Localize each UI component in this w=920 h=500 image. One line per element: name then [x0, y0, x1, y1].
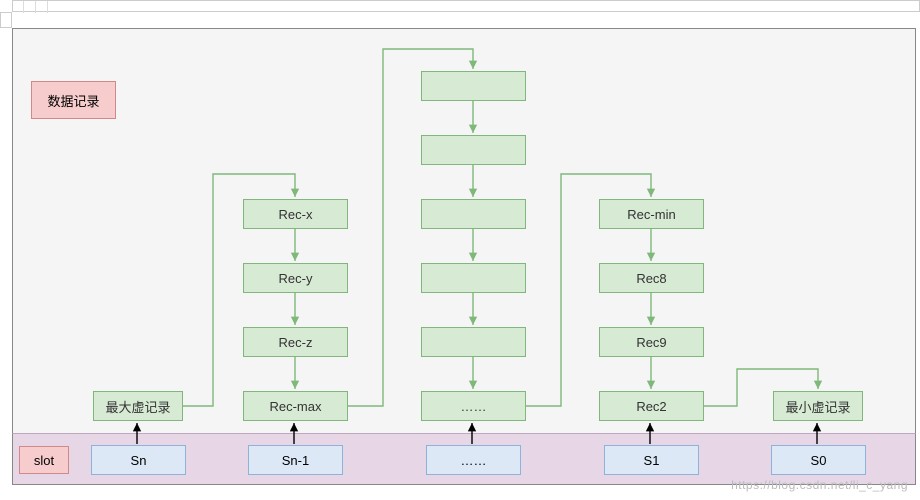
text: Rec9 [636, 335, 666, 350]
text: Rec-z [279, 335, 313, 350]
text: Rec8 [636, 271, 666, 286]
slot-label: slot [19, 446, 69, 474]
text: Rec-x [279, 207, 313, 222]
diagram-main: 数据记录 最大虚记录 Rec-x Rec-y Rec-z Rec-max …… … [12, 28, 916, 433]
slot-sn1: Sn-1 [248, 445, 343, 475]
watermark: https://blog.csdn.net/li_c_yang [731, 478, 908, 492]
box-max-virtual: 最大虚记录 [93, 391, 183, 421]
box-rec2: Rec2 [599, 391, 704, 421]
diagram-canvas: 数据记录 最大虚记录 Rec-x Rec-y Rec-z Rec-max …… … [0, 0, 920, 500]
box-rec-min: Rec-min [599, 199, 704, 229]
slot-mid: …… [426, 445, 521, 475]
ruler-top [12, 0, 920, 12]
text: slot [34, 453, 54, 468]
text: Rec-y [279, 271, 313, 286]
box-rec-y: Rec-y [243, 263, 348, 293]
box-min-virtual: 最小虚记录 [773, 391, 863, 421]
text: Sn-1 [282, 453, 309, 468]
legend-box: 数据记录 [31, 81, 116, 119]
ruler-left [0, 12, 12, 28]
box-mid-1 [421, 135, 526, 165]
text: S0 [811, 453, 827, 468]
text: …… [461, 453, 487, 468]
text: 最小虚记录 [785, 397, 850, 416]
text: Rec-min [627, 207, 675, 222]
text: Sn [131, 453, 147, 468]
box-mid-0 [421, 71, 526, 101]
text: …… [461, 399, 487, 414]
box-mid-4 [421, 327, 526, 357]
box-rec8: Rec8 [599, 263, 704, 293]
box-rec-z: Rec-z [243, 327, 348, 357]
box-rec-x: Rec-x [243, 199, 348, 229]
box-mid-2 [421, 199, 526, 229]
text: Rec-max [269, 399, 321, 414]
legend-label: 数据记录 [47, 91, 99, 110]
box-rec9: Rec9 [599, 327, 704, 357]
text: 最大虚记录 [105, 397, 170, 416]
box-rec-max: Rec-max [243, 391, 348, 421]
slot-sn: Sn [91, 445, 186, 475]
slot-s1: S1 [604, 445, 699, 475]
text: Rec2 [636, 399, 666, 414]
slot-s0: S0 [771, 445, 866, 475]
box-mid-5: …… [421, 391, 526, 421]
box-mid-3 [421, 263, 526, 293]
text: S1 [644, 453, 660, 468]
